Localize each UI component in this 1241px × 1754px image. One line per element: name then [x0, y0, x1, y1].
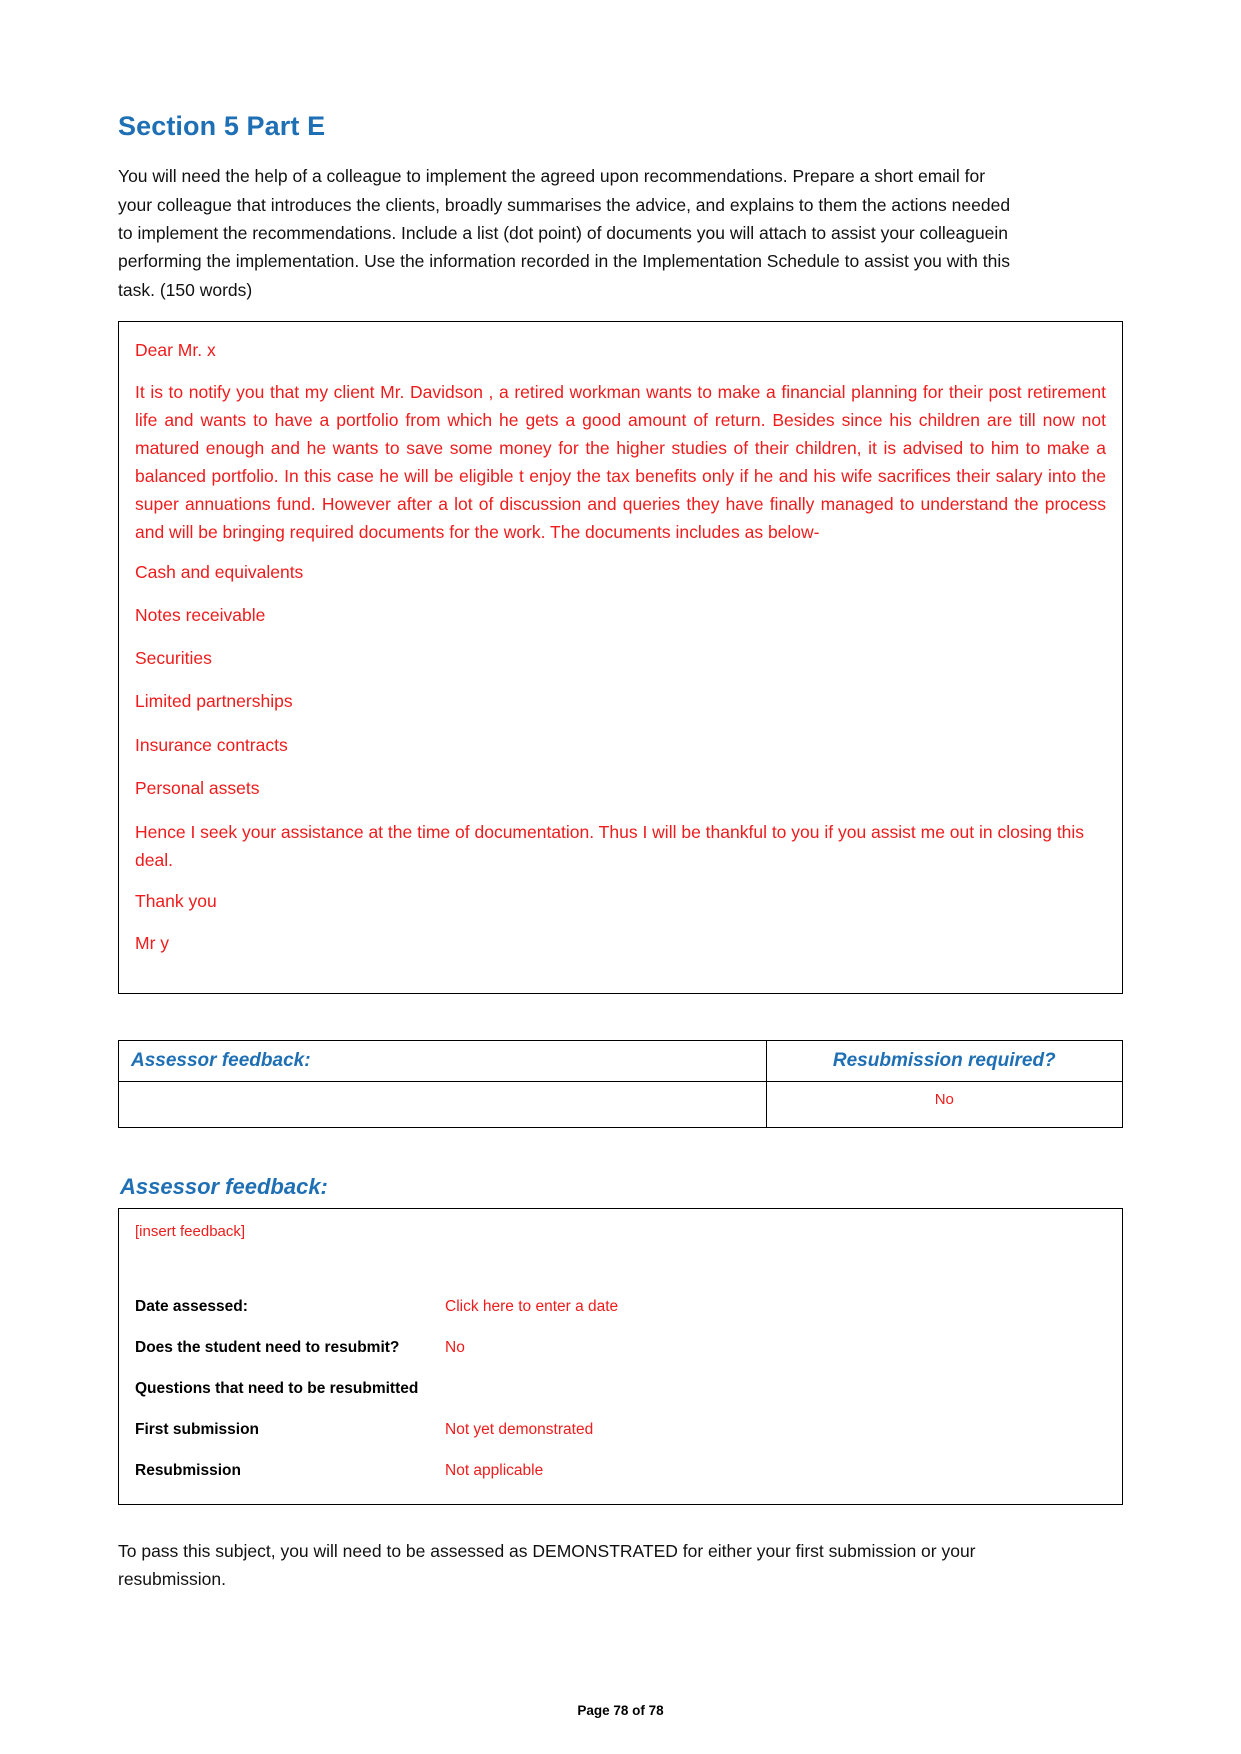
closing-note: To pass this subject, you will need to b… [118, 1540, 976, 1590]
field-row-date-assessed: Date assessed: Click here to enter a dat… [135, 1298, 1106, 1316]
date-assessed-label: Date assessed: [135, 1297, 248, 1315]
questions-resubmitted-label: Questions that need to be resubmitted [135, 1379, 419, 1397]
assessor-feedback-table: Assessor feedback: Resubmission required… [118, 1039, 1124, 1128]
document-list-item: Limited partnerships [135, 691, 293, 712]
date-assessed-value[interactable]: Click here to enter a date [445, 1298, 618, 1316]
field-row-first-submission: First submission Not yet demonstrated [135, 1421, 1106, 1439]
needs-resubmit-value[interactable]: No [445, 1339, 465, 1357]
answer-signature: Mr y [135, 932, 170, 953]
resubmission-label: Resubmission [135, 1461, 241, 1479]
document-list-item: Cash and equivalents [135, 562, 304, 583]
field-row-needs-resubmit: Does the student need to resubmit? No [135, 1339, 1106, 1357]
assessor-feedback-header-cell: Assessor feedback: [118, 1039, 767, 1082]
answer-salutation: Dear Mr. x [135, 340, 216, 361]
first-submission-value[interactable]: Not yet demonstrated [445, 1421, 593, 1439]
page-title: Section 5 Part E [118, 111, 326, 141]
document-list-item: Insurance contracts [135, 734, 288, 755]
resubmission-value[interactable]: Not applicable [445, 1462, 543, 1480]
answer-body: It is to notify you that my client Mr. D… [135, 382, 1106, 543]
table-row: Assessor feedback: Resubmission required… [118, 1039, 1124, 1082]
student-answer-box: Dear Mr. x It is to notify you that my c… [118, 321, 1123, 994]
page-footer: Page 78 of 78 [577, 1703, 664, 1718]
assessor-feedback-section-title: Assessor feedback: [120, 1173, 328, 1199]
field-row-resubmission: Resubmission Not applicable [135, 1462, 1106, 1480]
assessor-feedback-detail-box: [insert feedback] Date assessed: Click h… [118, 1207, 1123, 1505]
document-list-item: Securities [135, 648, 212, 669]
resubmission-required-header-label: Resubmission required? [832, 1049, 1056, 1071]
resubmission-required-header-cell: Resubmission required? [765, 1039, 1124, 1082]
document-page: Section 5 Part E You will need the help … [0, 0, 1241, 1754]
field-row-questions-resubmitted: Questions that need to be resubmitted [135, 1380, 1106, 1398]
needs-resubmit-label: Does the student need to resubmit? [135, 1338, 400, 1356]
task-instructions: You will need the help of a colleague to… [118, 166, 1011, 300]
document-list-item: Personal assets [135, 777, 260, 798]
resubmission-required-value[interactable]: No [765, 1080, 1124, 1128]
assessor-feedback-value-cell[interactable] [118, 1080, 767, 1128]
document-list-item: Notes receivable [135, 605, 266, 626]
answer-request: Hence I seek your assistance at the time… [135, 821, 1085, 870]
table-row: No [118, 1080, 1124, 1128]
insert-feedback-placeholder[interactable]: [insert feedback] [135, 1223, 1106, 1240]
first-submission-label: First submission [135, 1420, 260, 1438]
assessor-feedback-header-label: Assessor feedback: [131, 1049, 311, 1071]
answer-thanks: Thank you [135, 890, 217, 911]
